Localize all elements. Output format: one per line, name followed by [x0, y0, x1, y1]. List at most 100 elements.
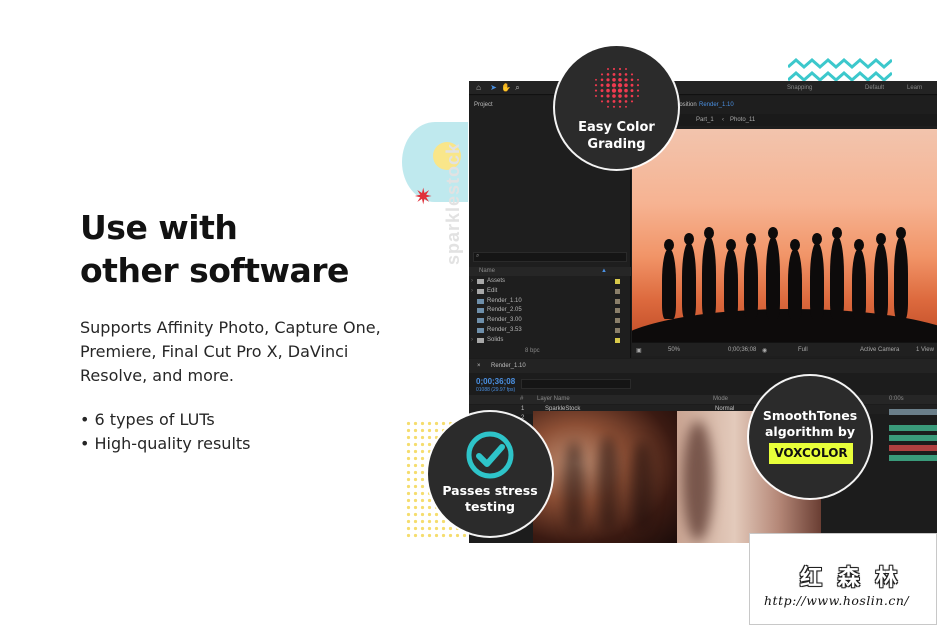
column-mode: Mode — [713, 396, 729, 402]
feature-item: • 6 types of LUTs — [80, 410, 215, 429]
project-column-header: Name ▲ — [469, 267, 631, 276]
list-item[interactable]: Render_2.05 — [469, 306, 631, 316]
headline-line-1: Use with — [80, 208, 238, 247]
viewer-controls: ▣ 50% 0;00;36;08 ◉ Full Active Camera 1 … — [632, 342, 937, 356]
list-item[interactable]: Render_1.10 — [469, 297, 631, 307]
silhouette-head — [704, 227, 714, 239]
breadcrumb-item[interactable]: Photo_11 — [730, 117, 755, 123]
sort-arrow-icon[interactable]: ▲ — [601, 268, 607, 274]
label-tag — [615, 308, 620, 314]
project-search-input[interactable]: ⌕ — [473, 252, 627, 262]
toolbar: ⌂ ➤ ✋ ⌕ Snapping Default Learn — [469, 81, 937, 95]
workspace-default[interactable]: Default — [865, 85, 884, 91]
timeline-search-input[interactable] — [521, 379, 631, 389]
silhouette-head — [790, 239, 800, 251]
silhouette-head — [726, 239, 736, 251]
label-tag — [615, 279, 620, 284]
viewer-timecode[interactable]: 0;00;36;08 — [728, 347, 756, 353]
timeline-frame-info: 01088 (29.97 fps) — [476, 387, 516, 393]
project-file-list: › Assets › Edit Render_1.10 Render_2.05 Re… — [469, 277, 631, 346]
list-item[interactable]: Render_3.00 — [469, 316, 631, 326]
checkmark-icon — [466, 431, 514, 479]
silhouette-figure — [744, 243, 758, 319]
hand-tool-icon[interactable]: ✋ — [501, 83, 511, 92]
silhouette-figure — [662, 249, 676, 319]
workspace-learn[interactable]: Learn — [907, 85, 922, 91]
silhouette-head — [768, 227, 778, 239]
preview-image — [533, 411, 677, 543]
camera-icon[interactable]: ◉ — [762, 347, 767, 354]
composition-icon — [477, 308, 484, 314]
voxcolor-logo: VOXCOLOR — [769, 443, 853, 464]
badge-label: Passes stress testing — [442, 483, 538, 514]
headline: Use with other software — [80, 206, 349, 292]
label-tag — [615, 298, 620, 304]
badge-label: SmoothTones algorithm by — [762, 408, 858, 439]
camera-select[interactable]: Active Camera — [860, 347, 899, 353]
track-bar[interactable] — [889, 445, 937, 451]
list-item[interactable]: Render_3.53 — [469, 326, 631, 336]
silhouette-figure — [874, 243, 888, 319]
feature-item: • High-quality results — [80, 434, 251, 453]
silhouette-figure — [830, 237, 844, 319]
tab-render[interactable]: Render_1.10 — [699, 102, 734, 108]
silhouette-figure — [766, 237, 780, 319]
column-name[interactable]: Name — [479, 268, 495, 274]
silhouette-head — [832, 227, 842, 239]
zoom-select[interactable]: 50% — [668, 347, 680, 353]
badge-label: Easy Color Grading — [578, 120, 655, 152]
badge-color-grading: Easy Color Grading — [555, 46, 678, 169]
label-tag — [615, 318, 620, 324]
layer-column-header: # Layer Name Mode 0:00s — [469, 395, 937, 404]
timeline-header: × Render_1.10 — [469, 359, 937, 373]
silhouette-hill — [632, 309, 937, 342]
resolution-select[interactable]: Full — [798, 347, 808, 353]
views-select[interactable]: 1 View — [916, 347, 934, 353]
track-bar[interactable] — [889, 455, 937, 461]
silhouette-head — [812, 233, 822, 245]
list-item[interactable]: › Solids — [469, 336, 631, 346]
close-icon[interactable]: × — [477, 363, 481, 369]
composition-viewer[interactable] — [632, 129, 937, 342]
color-grading-icon — [594, 67, 640, 108]
resolution-icon[interactable]: ▣ — [636, 347, 642, 354]
bit-depth[interactable]: 8 bpc — [525, 348, 540, 354]
list-item[interactable]: › Edit — [469, 287, 631, 297]
list-item[interactable]: › Assets — [469, 277, 631, 287]
track-bar[interactable] — [889, 435, 937, 441]
label-tag — [615, 288, 620, 294]
selection-tool-icon[interactable]: ➤ — [489, 83, 498, 92]
badge-stress-testing: Passes stress testing — [428, 412, 552, 536]
home-icon[interactable]: ⌂ — [474, 83, 483, 92]
silhouette-figure — [810, 243, 824, 319]
track-bar[interactable] — [889, 409, 937, 415]
layer-index: 1 — [521, 406, 525, 412]
watermark-url: http://www.hoslin.cn/ — [764, 593, 910, 608]
snapping-toggle[interactable]: Snapping — [787, 85, 812, 91]
headline-line-2: other software — [80, 251, 349, 290]
silhouette-head — [684, 233, 694, 245]
timeline-tracks[interactable] — [889, 381, 937, 511]
zoom-tool-icon[interactable]: ⌕ — [513, 83, 522, 92]
column-layer-name: Layer Name — [537, 396, 570, 402]
silhouette-head — [854, 239, 864, 251]
breadcrumb-item[interactable]: Part_1 — [696, 117, 714, 123]
silhouette-figure — [788, 249, 802, 319]
silhouette-figure — [702, 237, 716, 319]
silhouette-figure — [682, 243, 696, 319]
timeline-timecode[interactable]: 0;00;36;08 — [476, 377, 515, 386]
silhouette-head — [664, 239, 674, 251]
project-panel-title: Project — [474, 102, 493, 108]
composition-tab-prefix[interactable]: position — [676, 102, 697, 108]
decor-star-icon: ✷ — [414, 184, 433, 209]
folder-icon — [477, 279, 484, 284]
column-index: # — [520, 396, 524, 402]
feature-list: • 6 types of LUTs • High-quality results — [80, 408, 251, 456]
track-bar[interactable] — [889, 425, 937, 431]
label-tag — [615, 337, 620, 343]
folder-icon — [477, 337, 484, 343]
silhouette-figure — [894, 237, 908, 319]
folder-icon — [477, 288, 484, 294]
tab-timeline-render[interactable]: Render_1.10 — [491, 363, 526, 369]
brand-watermark: sparklestock — [443, 142, 463, 265]
